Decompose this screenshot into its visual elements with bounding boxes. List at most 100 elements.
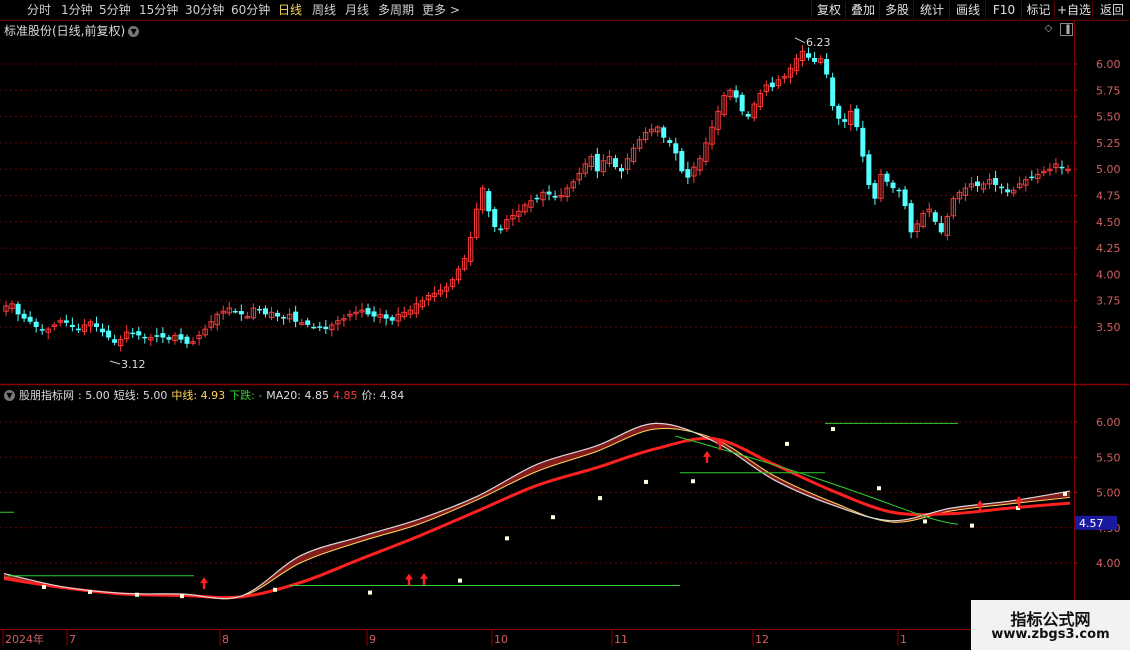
candle-down [371,311,377,317]
buy-arrow-icon [405,573,413,586]
ind-y-tick-label: 6.00 [1096,416,1121,429]
time-axis-label: 7 [69,633,76,646]
candles-group [3,45,1071,352]
time-axis-label: 10 [494,633,508,646]
kline-chart-area: 6.00 5.75 5.50 5.25 5.00 4.75 4.50 4.25 4.00 3.75… [0,20,1130,646]
main-y-tick-label: 5.50 [1096,111,1121,124]
signal-marker [88,589,92,594]
candle-down [365,308,371,315]
candle-down [612,158,618,168]
low-annotation-line [109,360,121,365]
candle-down [661,127,667,138]
candle-down [486,191,492,212]
candle-down [854,108,860,128]
candle-down [594,153,600,172]
signal-marker [273,587,277,592]
candle-down [667,140,673,143]
extra-value: 4.85 [333,389,358,402]
candle-down [100,328,106,333]
candle-down [679,151,685,172]
buy-arrow-icon [703,450,711,463]
candle-down [94,323,100,327]
main-y-tick-label: 4.75 [1096,190,1121,203]
signal-marker [180,594,184,599]
main-y-tick-label: 5.75 [1096,84,1121,97]
candle-down [866,154,872,185]
candle-down [184,336,190,344]
candle-down [21,313,27,319]
signal-marker [505,536,509,541]
candle-down [806,53,812,58]
candle-down [1029,176,1035,179]
signal-marker [644,479,648,484]
price-label: 价: 4.84 [361,389,405,402]
candle-down [739,94,745,112]
signal-marker [831,427,835,432]
signal-marker [923,519,927,524]
main-y-tick-label: 3.75 [1096,295,1121,308]
candle-down [39,329,45,331]
low-price-label: 3.12 [121,358,146,371]
candle-down [275,312,281,317]
main-y-tick-label: 3.50 [1096,321,1121,334]
time-axis-label: 1 [900,633,907,646]
candle-down [142,336,148,339]
candle-down [63,320,69,323]
high-price-label: 6.23 [806,36,831,49]
signal-marker [785,441,789,446]
candle-down [178,334,184,340]
candle-down [938,223,944,233]
candle-down [769,82,775,88]
main-y-tick-label: 5.00 [1096,163,1121,176]
candle-down [106,330,112,338]
candle-down [389,317,395,321]
candle-down [232,310,238,313]
candle-down [492,209,498,228]
candle-down [383,314,389,319]
high-annotation-line [794,37,806,44]
main-y-tick-label: 4.00 [1096,268,1121,281]
candle-down [999,186,1005,189]
candle-down [902,189,908,207]
candle-down [166,337,172,340]
candle-down [872,183,878,199]
candle-down [305,320,311,325]
candle-down [812,57,818,62]
candle-down [830,77,836,107]
ind-y-tick-label: 5.50 [1096,451,1121,464]
indicator-dropdown-icon[interactable]: ▼ [4,390,15,401]
candle-down [256,308,262,311]
candle-down [1059,166,1065,169]
candle-down [33,321,39,327]
candle-down [618,168,624,172]
candle-down [890,182,896,189]
down-label: 下跌: - [229,389,263,402]
candle-down [546,191,552,195]
candle-down [932,212,938,222]
candle-down [238,310,244,315]
candle-down [836,105,842,119]
candle-down [130,332,136,335]
candle-down [685,169,691,178]
down-trend-line [675,435,959,525]
candle-down [262,308,268,315]
indicator-header: ▼ 股朋指标网: 5.00 短线: 5.00 中线: 4.93 下跌: - MA20: 4… [4,387,408,403]
candle-down [1005,189,1011,193]
candle-down [27,316,33,322]
signal-marker [458,578,462,583]
signal-marker [135,592,139,597]
candle-down [842,119,848,122]
indicator-name: 股朋指标网 [19,389,74,402]
candle-down [498,228,504,231]
candle-down [323,326,329,330]
candle-down [154,335,160,337]
mid-line-label: 中线: 4.93 [171,389,226,402]
candle-down [69,324,75,327]
candle-down [534,197,540,200]
candle-down [993,178,999,185]
candle-down [317,326,323,328]
signal-marker [598,496,602,501]
indicator-value: : 5.00 [78,389,110,402]
main-y-tick-label: 4.50 [1096,216,1121,229]
short-line-label: 短线: 5.00 [113,389,168,402]
